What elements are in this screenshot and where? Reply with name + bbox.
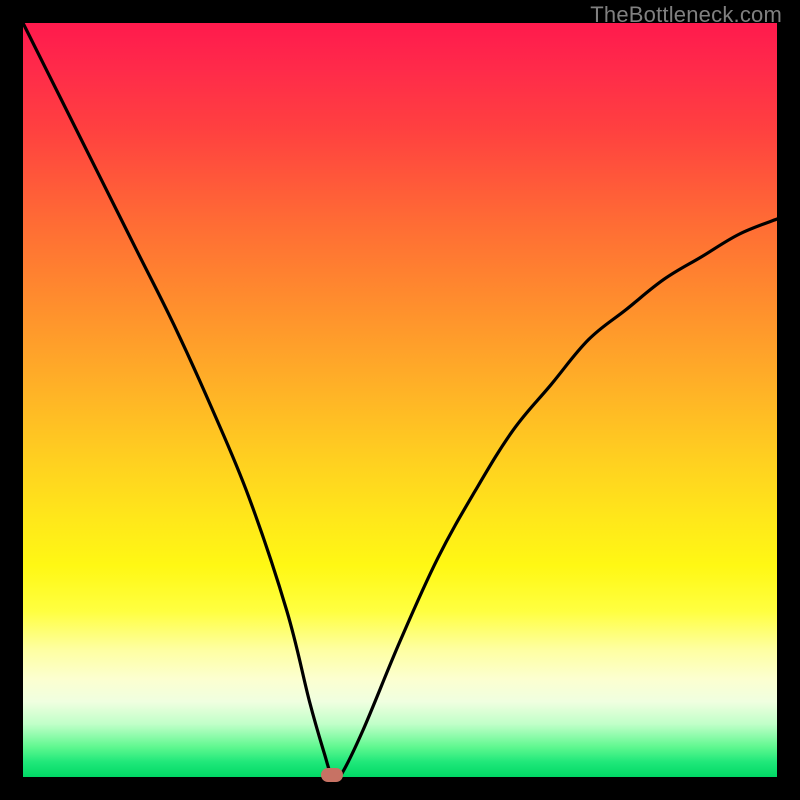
watermark-text: TheBottleneck.com: [590, 2, 782, 28]
bottleneck-curve: [23, 23, 777, 777]
chart-frame: TheBottleneck.com: [0, 0, 800, 800]
optimal-marker: [321, 768, 343, 782]
